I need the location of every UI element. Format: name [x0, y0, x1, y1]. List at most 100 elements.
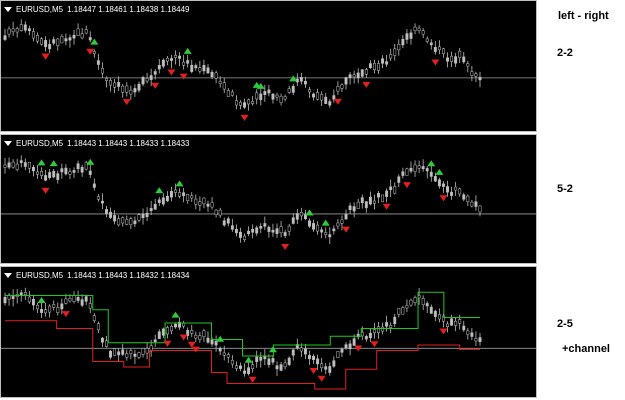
candle-body	[336, 351, 340, 358]
candle-body	[36, 304, 39, 310]
candle-body	[308, 220, 311, 227]
candle-body	[202, 330, 206, 337]
red-down-arrow-icon	[167, 69, 176, 76]
candle-body	[470, 201, 474, 207]
candle-body	[239, 101, 242, 106]
ohlc-values: 1.18447 1.18461 1.18438 1.18449	[67, 4, 190, 14]
candle-body	[324, 96, 328, 104]
candle-body	[267, 358, 271, 365]
symbol-label: EURUSD,M5	[16, 4, 64, 14]
candle-body	[299, 347, 303, 352]
candle-body	[206, 67, 210, 74]
candle-body	[60, 36, 64, 44]
candle-body	[437, 179, 441, 187]
candle-body	[222, 220, 226, 226]
candle-body	[462, 56, 466, 63]
candle-body	[364, 336, 368, 340]
green-up-arrow-icon	[37, 159, 46, 166]
candle-body	[332, 228, 336, 232]
candle-body	[19, 24, 23, 31]
candle-body	[442, 183, 445, 187]
candle-body	[105, 340, 108, 347]
candle-body	[194, 65, 198, 69]
candle-body	[401, 307, 405, 315]
candle-body	[462, 194, 466, 200]
candle-body	[222, 352, 226, 356]
candle-body	[186, 60, 190, 64]
param-label-3: 2-5	[557, 318, 573, 330]
price-chart[interactable]	[1, 267, 537, 398]
red-down-arrow-icon	[179, 334, 188, 341]
candle-body	[308, 89, 311, 93]
candle-body	[76, 163, 80, 170]
candle-body	[348, 343, 352, 350]
candle-body	[409, 32, 413, 39]
green-up-arrow-icon	[183, 47, 192, 54]
candle-body	[239, 231, 242, 238]
green-up-arrow-icon	[86, 158, 95, 165]
candle-body	[421, 166, 425, 170]
red-down-arrow-icon	[191, 346, 200, 353]
candle-body	[368, 63, 372, 69]
red-down-arrow-icon	[431, 59, 440, 66]
candle-body	[15, 28, 19, 33]
candle-body	[153, 203, 157, 210]
candle-body	[458, 188, 462, 195]
candle-body	[52, 304, 56, 308]
green-up-arrow-icon	[289, 75, 298, 82]
candle-body	[275, 365, 279, 370]
chart-panel-2[interactable]: EURUSD,M5 1.18443 1.18443 1.18433 1.1843…	[0, 134, 537, 264]
candle-body	[11, 296, 15, 299]
candle-body	[429, 171, 433, 177]
candle-body	[405, 305, 409, 309]
candle-body	[52, 39, 56, 44]
candle-body	[393, 48, 397, 56]
price-chart[interactable]	[1, 1, 537, 132]
candle-body	[340, 219, 344, 224]
green-up-arrow-icon	[155, 187, 164, 194]
candle-body	[109, 80, 113, 86]
candle-body	[312, 223, 315, 230]
candle-body	[56, 307, 60, 313]
candle-body	[3, 35, 7, 40]
candle-body	[393, 186, 397, 194]
candle-body	[372, 200, 376, 204]
candle-body	[466, 63, 470, 67]
candle-body	[247, 367, 251, 375]
candle-body	[190, 195, 194, 199]
candle-body	[446, 186, 449, 193]
triangle-down-icon[interactable]	[4, 140, 12, 146]
red-down-arrow-icon	[240, 114, 249, 121]
chart-panel-1[interactable]: EURUSD,M5 1.18447 1.18461 1.18438 1.1844…	[0, 0, 537, 132]
candle-body	[368, 332, 372, 339]
candle-body	[437, 314, 441, 320]
candle-body	[226, 90, 230, 97]
chart-panel-3[interactable]: EURUSD,M5 1.18443 1.18443 1.18432 1.1843…	[0, 266, 537, 398]
candle-body	[291, 217, 295, 224]
candle-body	[381, 194, 385, 203]
candle-body	[40, 38, 43, 45]
candle-body	[56, 38, 60, 46]
candle-body	[247, 230, 251, 235]
red-down-arrow-icon	[317, 375, 326, 382]
candle-body	[401, 171, 405, 176]
candle-body	[100, 67, 104, 74]
candle-body	[474, 201, 478, 207]
price-chart[interactable]	[1, 135, 537, 264]
candle-body	[161, 59, 165, 67]
candle-body	[178, 55, 182, 59]
candle-body	[271, 93, 275, 100]
candle-body	[44, 175, 48, 181]
candle-body	[129, 218, 133, 226]
candle-body	[194, 198, 198, 205]
candle-body	[324, 232, 328, 235]
candle-body	[478, 76, 482, 81]
candle-body	[283, 232, 287, 236]
candle-body	[174, 189, 177, 193]
candle-body	[96, 196, 100, 200]
candle-body	[80, 299, 84, 306]
candle-body	[218, 209, 222, 216]
triangle-down-icon[interactable]	[4, 6, 12, 12]
triangle-down-icon[interactable]	[4, 272, 12, 278]
candle-body	[133, 353, 137, 357]
